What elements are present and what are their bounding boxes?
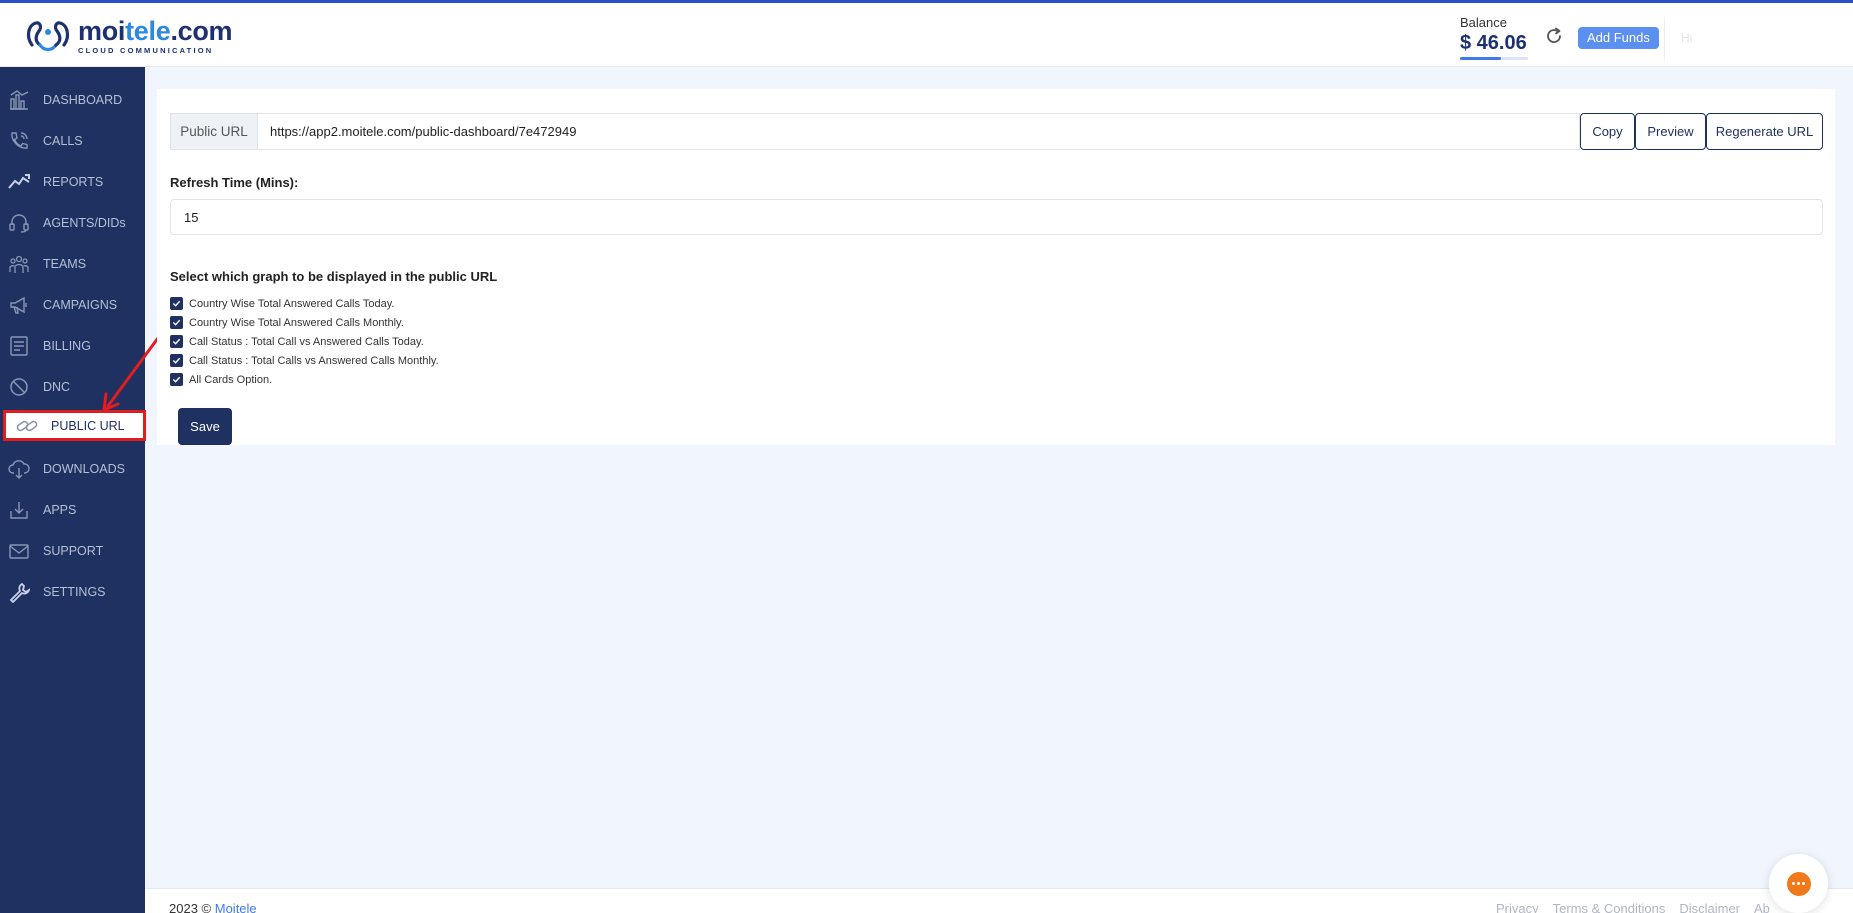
balance-widget: Balance $ 46.06 <box>1460 15 1528 60</box>
billing-icon <box>8 335 30 357</box>
chat-icon <box>1786 871 1811 896</box>
headset-icon <box>8 212 30 234</box>
sidebar-item-label: TEAMS <box>43 257 87 271</box>
sidebar-item-label: REPORTS <box>43 175 104 189</box>
graph-option[interactable]: All Cards Option. <box>170 370 439 389</box>
sidebar-item-campaigns[interactable]: CAMPAIGNS <box>0 285 145 325</box>
sidebar-item-label: APPS <box>43 503 77 517</box>
graph-options-list: Country Wise Total Answered Calls Today.… <box>170 294 439 389</box>
sidebar-item-apps[interactable]: APPS <box>0 490 145 530</box>
copyright: 2023 © Moitele <box>169 901 257 913</box>
moitele-link[interactable]: Moitele <box>215 901 257 913</box>
refresh-icon[interactable] <box>1544 26 1564 46</box>
sidebar-item-downloads[interactable]: DOWNLOADS <box>0 449 145 489</box>
annotation-arrow <box>102 336 160 412</box>
chart-line-icon <box>8 171 30 193</box>
sidebar-item-teams[interactable]: TEAMS <box>0 244 145 284</box>
sidebar-item-agents-dids[interactable]: AGENTS/DIDs <box>0 203 145 243</box>
logo-icon <box>26 21 70 52</box>
logo[interactable]: moitele.com CLOUD COMMUNICATION <box>22 15 233 57</box>
sidebar-item-dashboard[interactable]: DASHBOARD <box>0 80 145 120</box>
graph-select-label: Select which graph to be displayed in th… <box>170 269 498 284</box>
preview-button[interactable]: Preview <box>1635 113 1706 150</box>
phone-icon <box>8 130 30 152</box>
wrench-icon <box>8 581 30 603</box>
cloud-download-icon <box>8 458 30 480</box>
graph-option[interactable]: Country Wise Total Answered Calls Today. <box>170 294 439 313</box>
checkbox-checked-icon[interactable] <box>170 297 183 310</box>
sidebar-item-label: AGENTS/DIDs <box>43 216 126 230</box>
balance-value: $ 46.06 <box>1460 32 1527 54</box>
graph-option-label: Country Wise Total Answered Calls Monthl… <box>189 316 404 329</box>
sidebar-item-support[interactable]: SUPPORT <box>0 531 145 571</box>
user-menu[interactable]: Hi <box>1664 17 1834 61</box>
user-greeting: Hi <box>1681 31 1693 45</box>
graph-option[interactable]: Call Status : Total Call vs Answered Cal… <box>170 332 439 351</box>
refresh-time-label: Refresh Time (Mins): <box>170 175 299 190</box>
graph-option-label: All Cards Option. <box>189 373 273 386</box>
privacy-link[interactable]: Privacy <box>1496 901 1539 913</box>
sidebar-item-reports[interactable]: REPORTS <box>0 162 145 202</box>
team-icon <box>8 253 30 275</box>
graph-option-label: Country Wise Total Answered Calls Today. <box>189 297 395 310</box>
megaphone-icon <box>8 294 30 316</box>
sidebar-item-public-url[interactable]: PUBLIC URL <box>3 410 146 441</box>
ban-icon <box>8 376 30 398</box>
regenerate-url-button[interactable]: Regenerate URL <box>1706 113 1823 150</box>
public-url-card: Public URL Copy Preview Regenerate URL R… <box>157 89 1835 445</box>
checkbox-checked-icon[interactable] <box>170 335 183 348</box>
terms-link[interactable]: Terms & Conditions <box>1553 901 1666 913</box>
sidebar: DASHBOARD CALLS REPORTS AGENTS/DIDs TEAM… <box>0 67 146 913</box>
sidebar-item-label: SETTINGS <box>43 585 106 599</box>
graph-option[interactable]: Country Wise Total Answered Calls Monthl… <box>170 313 439 332</box>
envelope-icon <box>8 540 30 562</box>
footer-links: Privacy Terms & Conditions Disclaimer Ab <box>1496 901 1770 913</box>
public-url-label: Public URL <box>170 113 257 150</box>
app-header: moitele.com CLOUD COMMUNICATION Balance … <box>0 3 1853 67</box>
graph-option-label: Call Status : Total Calls vs Answered Ca… <box>189 354 439 367</box>
graph-option[interactable]: Call Status : Total Calls vs Answered Ca… <box>170 351 439 370</box>
copy-button[interactable]: Copy <box>1580 113 1635 150</box>
sidebar-item-label: PUBLIC URL <box>51 418 125 433</box>
balance-label: Balance <box>1460 15 1507 30</box>
sidebar-item-label: CALLS <box>43 134 83 148</box>
footer: 2023 © Moitele Privacy Terms & Condition… <box>145 888 1853 913</box>
logo-subtitle: CLOUD COMMUNICATION <box>78 46 214 55</box>
chat-widget-button[interactable] <box>1769 854 1828 913</box>
sidebar-item-settings[interactable]: SETTINGS <box>0 572 145 612</box>
sidebar-item-label: DASHBOARD <box>43 93 123 107</box>
checkbox-checked-icon[interactable] <box>170 354 183 367</box>
sidebar-item-label: DNC <box>43 380 71 394</box>
link-icon <box>16 415 38 437</box>
public-url-row: Public URL Copy Preview Regenerate URL <box>170 113 1823 150</box>
graph-option-label: Call Status : Total Call vs Answered Cal… <box>189 335 424 348</box>
sidebar-item-label: DOWNLOADS <box>43 462 125 476</box>
disclaimer-link[interactable]: Disclaimer <box>1679 901 1740 913</box>
add-funds-button[interactable]: Add Funds <box>1578 27 1659 49</box>
dashboard-icon <box>8 89 30 111</box>
checkbox-checked-icon[interactable] <box>170 316 183 329</box>
sidebar-item-label: BILLING <box>43 339 91 353</box>
checkbox-checked-icon[interactable] <box>170 373 183 386</box>
public-url-input[interactable] <box>257 113 1580 150</box>
logo-wordmark: moitele.com <box>78 16 233 46</box>
about-link[interactable]: Ab <box>1754 901 1770 913</box>
refresh-time-input[interactable] <box>170 199 1823 235</box>
sidebar-item-label: SUPPORT <box>43 544 104 558</box>
balance-progress <box>1460 57 1528 60</box>
download-tray-icon <box>8 499 30 521</box>
save-button[interactable]: Save <box>178 408 232 445</box>
sidebar-item-label: CAMPAIGNS <box>43 298 118 312</box>
sidebar-item-calls[interactable]: CALLS <box>0 121 145 161</box>
